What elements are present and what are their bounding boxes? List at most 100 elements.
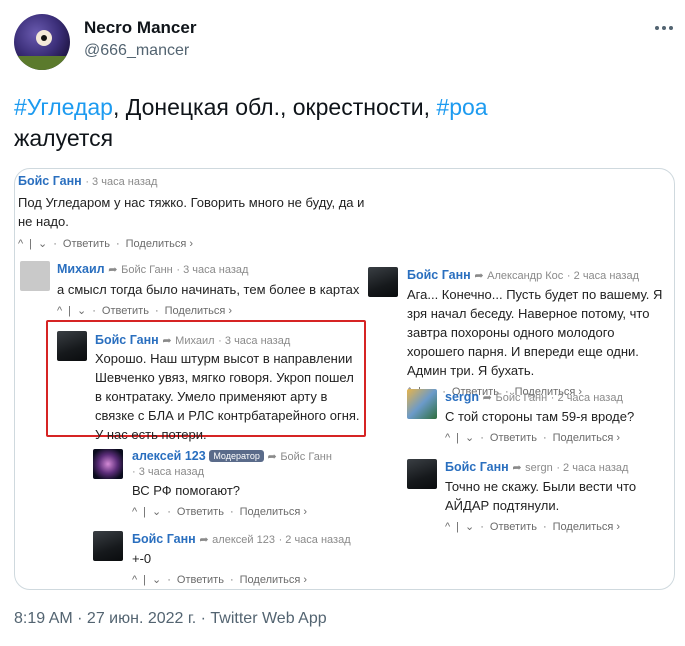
comment-user: sergn	[445, 390, 480, 404]
reply-arrow-icon: ➦	[474, 270, 484, 282]
comment-avatar	[93, 449, 123, 479]
comment: Бойс Ганн ➦ Михаил · 3 часа назад Хорошо…	[95, 332, 360, 444]
comment-actions: ^ | ⌄ · Ответить · Поделиться ›	[445, 520, 670, 534]
comment-actions: ^ | ⌄ · Ответить · Поделиться ›	[18, 237, 368, 251]
comment-actions: ^ | ⌄ · Ответить · Поделиться ›	[445, 431, 670, 445]
dot: ·	[53, 237, 57, 250]
dot: ·	[154, 304, 159, 317]
downvote-icon: ⌄	[465, 521, 475, 533]
comment-text: ВС РФ помогают?	[132, 483, 241, 498]
downvote-icon: ⌄	[465, 432, 475, 444]
comment-reply-to: Бойс Ганн	[280, 451, 332, 463]
reply-link: Ответить	[176, 505, 224, 518]
dot: ·	[115, 237, 120, 250]
separator: |	[29, 237, 33, 250]
share-link: Поделиться ›	[552, 520, 621, 533]
share-link: Поделиться ›	[125, 237, 194, 250]
downvote-icon: ⌄	[152, 506, 162, 518]
dot: ·	[542, 431, 547, 444]
comment-text: Ага... Конечно... Пусть будет по вашему.…	[407, 287, 663, 378]
tweet-text-middle: , Донецкая обл., окрестности,	[112, 94, 437, 120]
comment: алексей 123 Модератор ➦ Бойс Ганн · 3 ча…	[132, 448, 352, 518]
comment-avatar	[368, 267, 398, 297]
hashtag-link[interactable]: #роа	[436, 94, 487, 120]
dot: ·	[229, 505, 234, 518]
comment: Бойс Ганн ➦ алексей 123 · 2 часа назад +…	[132, 531, 352, 586]
comment-reply-to: алексей 123	[212, 534, 275, 546]
comment-user: Михаил	[57, 262, 105, 276]
comment-avatar	[20, 261, 50, 291]
comment-time: · 2 часа назад	[556, 462, 629, 474]
avatar-grass	[14, 56, 70, 70]
comment-user: Бойс Ганн	[18, 174, 82, 188]
comment-text: Под Угледаром у нас тяжко. Говорить мног…	[18, 195, 365, 229]
comment-user: Бойс Ганн	[132, 532, 196, 546]
comment-time: · 2 часа назад	[278, 534, 351, 546]
comment-time: · 3 часа назад	[218, 335, 291, 347]
comment: sergn ➦ Бойс Ганн · 2 часа назад С той с…	[445, 389, 670, 444]
reply-link: Ответить	[489, 520, 537, 533]
avatar-pupil	[41, 35, 47, 41]
comment: Михаил ➦ Бойс Ганн · 3 часа назад а смыс…	[57, 261, 367, 317]
comment-time: · 2 часа назад	[550, 392, 623, 404]
reply-arrow-icon: ➦	[199, 534, 209, 546]
comment-reply-to: Александр Кос	[487, 270, 564, 282]
dot: ·	[167, 573, 171, 586]
reply-link: Ответить	[489, 431, 537, 444]
dot: ·	[480, 431, 484, 444]
comment: Бойс Ганн ➦ sergn · 2 часа назад Точно н…	[445, 459, 670, 533]
upvote-icon: ^	[18, 237, 24, 250]
comment-avatar	[93, 531, 123, 561]
comment-reply-to: Бойс Ганн	[121, 264, 173, 276]
share-link: Поделиться ›	[239, 573, 308, 586]
reply-arrow-icon: ➦	[267, 451, 277, 463]
more-options-icon[interactable]	[652, 18, 676, 38]
comment-text: а смысл тогда было начинать, тем более в…	[57, 282, 360, 297]
media-image[interactable]: Бойс Ганн · 3 часа назад Под Угледаром у…	[14, 168, 675, 590]
comment-avatar	[57, 331, 87, 361]
downvote-icon: ⌄	[77, 305, 87, 317]
comment: Бойс Ганн · 3 часа назад Под Угледаром у…	[18, 173, 368, 250]
separator: |	[68, 304, 72, 317]
reply-arrow-icon: ➦	[108, 264, 118, 276]
tweet-text: #Угледар, Донецкая обл., окрестности, #р…	[14, 92, 664, 154]
reply-link: Ответить	[101, 304, 149, 317]
comment-user: Бойс Ганн	[407, 268, 471, 282]
dot: ·	[480, 520, 484, 533]
comment-actions: ^ | ⌄ · Ответить · Поделиться ›	[132, 505, 352, 519]
separator: |	[456, 520, 460, 533]
comment-reply-to: Бойс Ганн	[495, 392, 548, 404]
comment-user: Бойс Ганн	[95, 333, 159, 347]
upvote-icon: ^	[132, 573, 138, 586]
tweet-timestamp[interactable]: 8:19 AM · 27 июн. 2022 г. · Twitter Web …	[14, 610, 327, 628]
comment-time: · 3 часа назад	[132, 466, 205, 478]
comment-actions: ^ | ⌄ · Ответить · Поделиться ›	[57, 304, 367, 318]
avatar[interactable]	[14, 14, 70, 70]
downvote-icon: ⌄	[38, 238, 48, 250]
comment-time: · 3 часа назад	[176, 264, 249, 276]
share-link: Поделиться ›	[552, 431, 621, 444]
display-name[interactable]: Necro Mancer	[84, 18, 196, 38]
dot: ·	[92, 304, 96, 317]
dot: ·	[229, 573, 234, 586]
handle[interactable]: @666_mancer	[84, 42, 189, 60]
upvote-icon: ^	[445, 520, 451, 533]
reply-link: Ответить	[62, 237, 110, 250]
hashtag-link[interactable]: #Угледар	[14, 94, 113, 120]
separator: |	[456, 431, 460, 444]
comment-avatar	[407, 389, 437, 419]
downvote-icon: ⌄	[152, 574, 162, 586]
comment-actions: ^ | ⌄ · Ответить · Поделиться ›	[132, 573, 352, 587]
comment: Бойс Ганн ➦ Александр Кос · 2 часа назад…	[407, 267, 669, 398]
comment-text: С той стороны там 59-я вроде?	[445, 409, 635, 424]
tweet-text-end: жалуется	[14, 125, 114, 151]
reply-arrow-icon: ➦	[512, 462, 522, 474]
moderator-badge: Модератор	[209, 450, 264, 462]
separator: |	[143, 505, 147, 518]
comment-reply-to: Михаил	[175, 335, 215, 347]
share-link: Поделиться ›	[164, 304, 233, 317]
upvote-icon: ^	[445, 431, 451, 444]
dot: ·	[167, 505, 171, 518]
upvote-icon: ^	[132, 505, 138, 518]
reply-arrow-icon: ➦	[482, 392, 492, 404]
